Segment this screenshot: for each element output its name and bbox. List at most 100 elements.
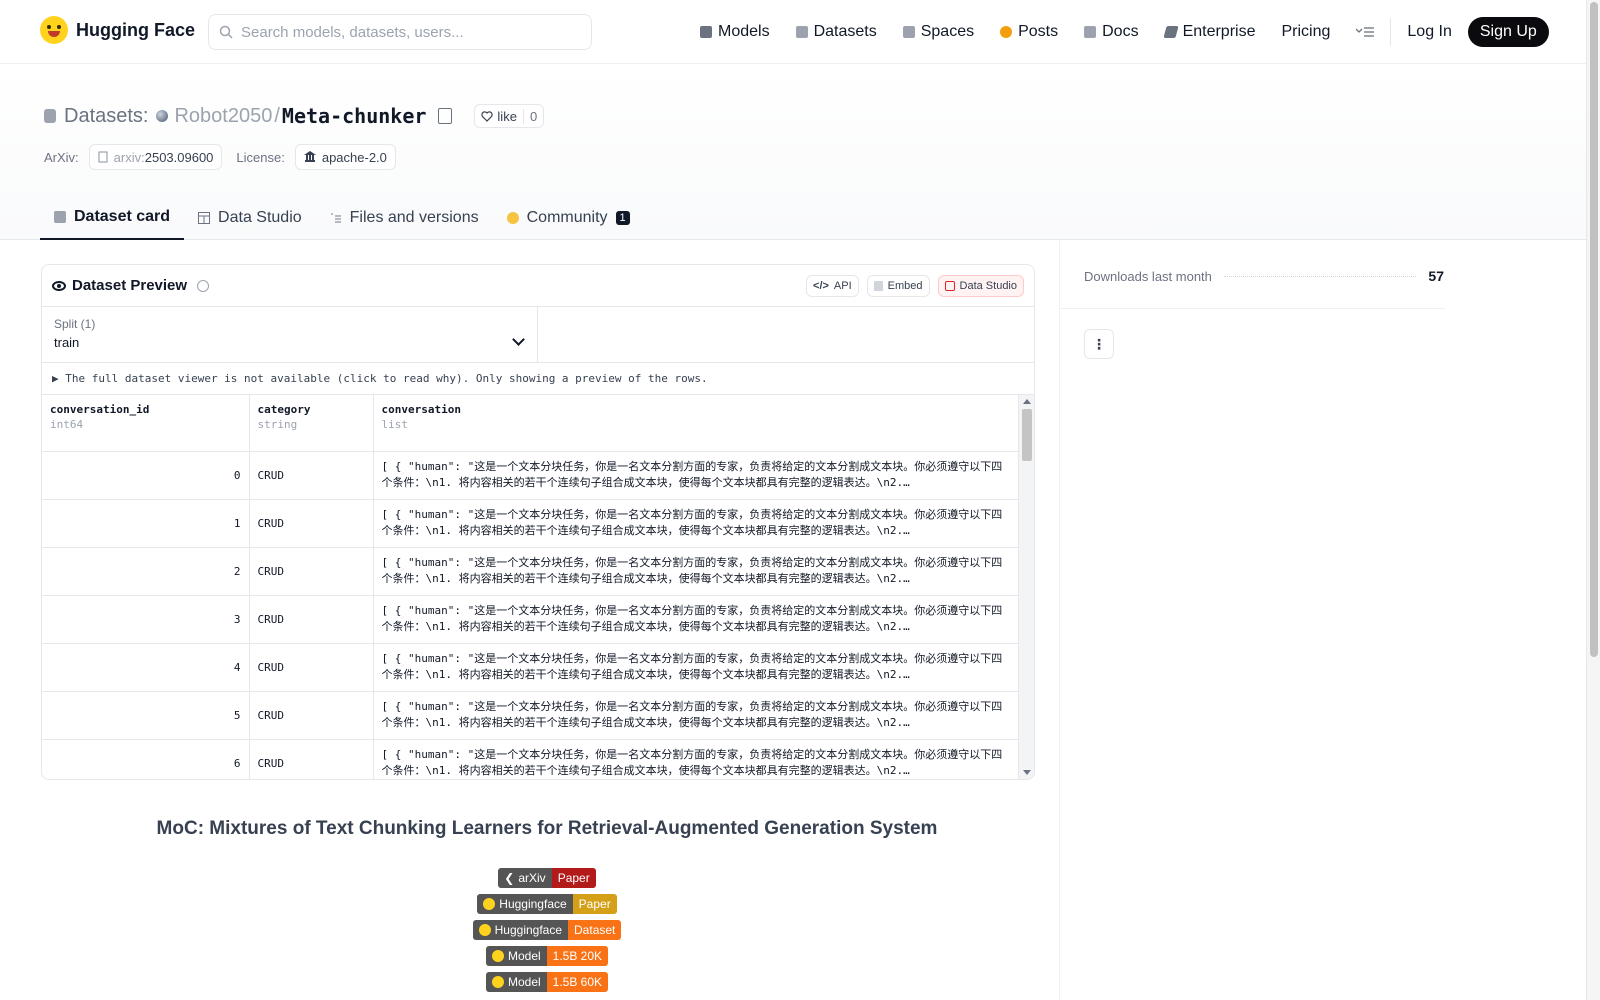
license-tag[interactable]: apache-2.0 [294,144,396,170]
badge-right: 1.5B 20K [546,946,609,966]
files-icon [330,212,341,223]
badge-model-60k[interactable]: Model 1.5B 60K [485,972,609,992]
column-header[interactable]: category string [249,395,374,452]
scrollbar-thumb[interactable] [1022,409,1032,461]
like-count: 0 [522,108,543,124]
badge-hf-dataset[interactable]: Huggingface Dataset [472,920,622,940]
embed-button[interactable]: Embed [866,274,930,297]
scroll-down-icon[interactable] [1023,770,1031,775]
tab-dataset-card[interactable]: Dataset card [40,195,185,240]
nav-pricing[interactable]: Pricing [1281,23,1330,41]
heart-icon [481,110,494,122]
cell-category: CRUD [249,643,374,692]
signup-button[interactable]: Sign Up [1467,17,1549,47]
sidebar-separator [1061,308,1445,309]
scroll-up-icon[interactable] [1023,399,1031,404]
badge-left: Huggingface [499,897,567,911]
more-options-button[interactable]: ⋮ [1084,329,1114,359]
repo-name[interactable]: Meta-chunker [282,104,427,128]
nav-spaces[interactable]: Spaces [902,23,974,41]
data-studio-button[interactable]: Data Studio [937,274,1024,297]
column-type: list [381,418,409,431]
badge-hf-paper[interactable]: Huggingface Paper [477,894,617,914]
badge-left: Model [507,975,541,989]
table-row[interactable]: 3 CRUD[ { "human": "这是一个文本分块任务，你是一名文本分割方面… [42,595,1021,644]
cell-conversation: [ { "human": "这是一个文本分块任务，你是一名文本分割方面的专家，负… [373,691,1021,740]
tab-label: Data Studio [218,208,302,226]
huggingface-icon [478,924,491,936]
column-name: conversation_id [50,403,150,416]
badge-model-20k[interactable]: Model 1.5B 20K [485,946,609,966]
split-selector[interactable]: Split (1) train [42,307,538,362]
repo-tabs: Dataset card Data Studio Files and versi… [40,195,644,240]
menu-icon [1356,27,1375,37]
brand-link[interactable]: Hugging Face [40,16,195,44]
cell-conversation: [ { "human": "这是一个文本分块任务，你是一名文本分割方面的专家，负… [373,547,1021,596]
tab-label: Dataset card [74,207,171,225]
cell-category: CRUD [249,739,374,779]
breadcrumb-section[interactable]: Datasets: [64,105,148,128]
table-row[interactable]: 4 CRUD[ { "human": "这是一个文本分块任务，你是一名文本分割方面… [42,643,1021,692]
split-label: Split (1) [54,317,96,331]
column-type: int64 [50,418,84,431]
search-box[interactable] [208,14,592,50]
login-link[interactable]: Log In [1407,23,1451,41]
page-scrollbar-thumb[interactable] [1590,2,1598,657]
dotted-leader [1223,275,1417,277]
code-icon: </> [813,279,829,292]
nav-enterprise[interactable]: Enterprise [1162,23,1255,41]
badge-right: 1.5B 60K [546,972,609,992]
arxiv-label: ArXiv: [44,149,79,165]
license-value: apache-2.0 [321,149,387,165]
badge-left: Model [507,949,541,963]
table-row[interactable]: 0 CRUD[ { "human": "这是一个文本分块任务，你是一名文本分割方面… [42,451,1021,500]
kebab-icon: ⋮ [1092,335,1106,352]
top-navigation: Hugging Face Models Datasets Spaces Post… [0,0,1586,64]
search-input[interactable] [241,23,571,41]
embed-icon [873,280,883,291]
nav-datasets-label: Datasets [813,23,877,40]
embed-label: Embed [887,279,923,292]
api-label: API [833,279,852,292]
page-scrollbar[interactable] [1586,0,1600,1000]
like-button[interactable]: like 0 [474,104,545,128]
arxiv-tag[interactable]: arxiv:2503.09600 [88,144,223,170]
nav-docs[interactable]: Docs [1084,23,1139,41]
license-icon [303,151,316,162]
cell-id: 6 [42,739,250,779]
table-row[interactable]: 6 CRUD[ { "human": "这是一个文本分块任务，你是一名文本分割方面… [42,739,1021,779]
split-selector-row: Split (1) train [42,307,1034,363]
column-name: conversation [381,403,461,416]
search-icon [219,25,233,39]
cell-id: 3 [42,595,250,644]
copy-icon[interactable] [438,108,453,124]
viewer-notice[interactable]: ▶ The full dataset viewer is not availab… [42,363,1034,395]
table-scrollbar[interactable] [1018,395,1034,779]
api-button[interactable]: </> API [806,274,859,297]
table-row[interactable]: 5 CRUD[ { "human": "这是一个文本分块任务，你是一名文本分割方面… [42,691,1021,740]
split-value: train [54,335,80,350]
column-header[interactable]: conversation_id int64 [42,395,250,452]
column-header[interactable]: conversation list [373,395,1021,452]
badge-left: arXiv [518,871,546,885]
breadcrumb-user[interactable]: Robot2050 [156,105,272,128]
nav-datasets[interactable]: Datasets [795,23,877,41]
table-row[interactable]: 1 CRUD[ { "human": "这是一个文本分块任务，你是一名文本分割方面… [42,499,1021,548]
tab-community[interactable]: Community 1 [493,195,644,240]
more-menu-button[interactable] [1356,26,1375,38]
info-icon[interactable] [197,279,210,292]
arxiv-id: 2503.09600 [144,149,214,165]
enterprise-icon [1162,26,1179,38]
brand-name: Hugging Face [76,19,196,40]
eye-icon [52,280,66,291]
table-row[interactable]: 2 CRUD[ { "human": "这是一个文本分块任务，你是一名文本分割方面… [42,547,1021,596]
tab-files-and-versions[interactable]: Files and versions [316,195,493,240]
dataset-card-icon [54,210,66,223]
tab-data-studio[interactable]: Data Studio [184,195,316,240]
badge-right: Dataset [568,920,622,940]
nav-models[interactable]: Models [700,23,770,41]
nav-models-label: Models [718,23,770,40]
cell-id: 1 [42,499,250,548]
nav-posts[interactable]: Posts [1000,23,1058,41]
badge-arxiv-paper[interactable]: ❮ arXiv Paper [498,868,596,888]
